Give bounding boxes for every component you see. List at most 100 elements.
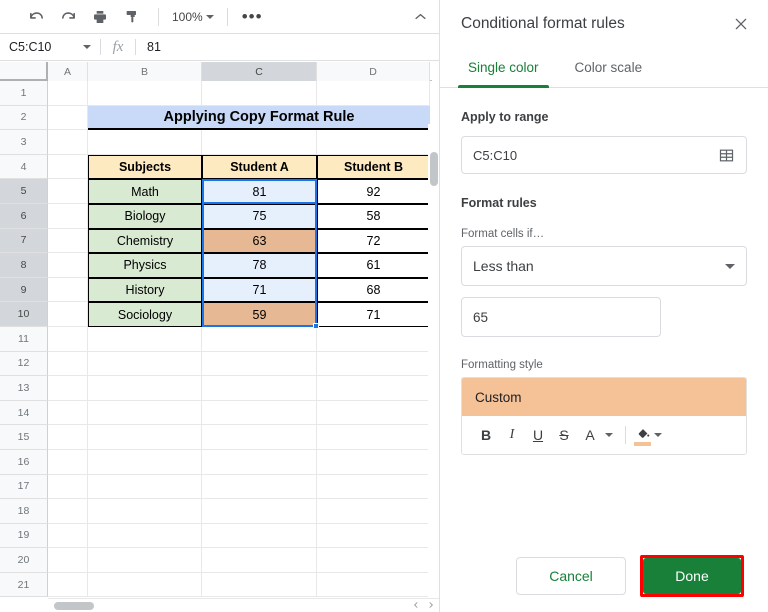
cell-D21[interactable] xyxy=(317,573,430,598)
cell-C19[interactable] xyxy=(202,524,317,549)
table-subject-cell[interactable]: Chemistry xyxy=(88,229,202,254)
redo-icon[interactable] xyxy=(54,4,82,30)
cell-C3[interactable] xyxy=(202,130,317,155)
bold-button[interactable]: B xyxy=(474,422,498,448)
row-header-6[interactable]: 6 xyxy=(0,204,48,229)
cell-B16[interactable] xyxy=(88,450,202,475)
row-header-18[interactable]: 18 xyxy=(0,499,48,524)
cell-A15[interactable] xyxy=(48,425,88,450)
row-header-4[interactable]: 4 xyxy=(0,155,48,180)
print-icon[interactable] xyxy=(86,4,114,30)
table-subject-cell[interactable]: History xyxy=(88,278,202,303)
cell-D3[interactable] xyxy=(317,130,430,155)
done-button[interactable]: Done xyxy=(643,558,741,594)
cell-B12[interactable] xyxy=(88,352,202,377)
row-header-15[interactable]: 15 xyxy=(0,425,48,450)
column-header-b[interactable]: B xyxy=(88,62,202,81)
select-data-range-icon[interactable] xyxy=(718,147,735,164)
table-header-cell[interactable]: Student B xyxy=(317,155,430,180)
row-header-16[interactable]: 16 xyxy=(0,450,48,475)
cell-A18[interactable] xyxy=(48,499,88,524)
table-subject-cell[interactable]: Biology xyxy=(88,204,202,229)
cell-A12[interactable] xyxy=(48,352,88,377)
row-header-21[interactable]: 21 xyxy=(0,573,48,598)
cell-C13[interactable] xyxy=(202,376,317,401)
table-student-b-cell[interactable]: 68 xyxy=(317,278,430,303)
cell-a5[interactable] xyxy=(48,179,88,204)
row-header-7[interactable]: 7 xyxy=(0,229,48,254)
cell-D13[interactable] xyxy=(317,376,430,401)
cell-C16[interactable] xyxy=(202,450,317,475)
text-color-chevron-down-icon[interactable] xyxy=(605,433,613,437)
cell-D11[interactable] xyxy=(317,327,430,352)
cell-A1[interactable] xyxy=(48,81,88,106)
cell-A11[interactable] xyxy=(48,327,88,352)
condition-dropdown[interactable]: Less than xyxy=(461,246,747,286)
text-color-button[interactable]: A xyxy=(578,422,602,448)
cell-D16[interactable] xyxy=(317,450,430,475)
cell-C15[interactable] xyxy=(202,425,317,450)
row-header-8[interactable]: 8 xyxy=(0,253,48,278)
row-header-12[interactable]: 12 xyxy=(0,352,48,377)
cell-a6[interactable] xyxy=(48,204,88,229)
fill-handle[interactable] xyxy=(313,323,319,329)
table-student-a-cell[interactable]: 71 xyxy=(202,278,317,303)
horizontal-scrollbar[interactable] xyxy=(48,598,440,612)
column-header-a[interactable]: A xyxy=(48,62,88,81)
table-student-a-cell[interactable]: 75 xyxy=(202,204,317,229)
cell-B13[interactable] xyxy=(88,376,202,401)
cell-C17[interactable] xyxy=(202,475,317,500)
table-subject-cell[interactable]: Physics xyxy=(88,253,202,278)
row-header-2[interactable]: 2 xyxy=(0,106,48,131)
paint-format-icon[interactable] xyxy=(118,4,146,30)
cell-a9[interactable] xyxy=(48,278,88,303)
table-student-a-cell[interactable]: 59 xyxy=(202,302,317,327)
name-box[interactable]: C5:C10 xyxy=(0,34,100,61)
cell-B18[interactable] xyxy=(88,499,202,524)
vertical-scrollbar-thumb[interactable] xyxy=(430,152,438,186)
cell-a4[interactable] xyxy=(48,155,88,180)
cell-C20[interactable] xyxy=(202,548,317,573)
cell-B20[interactable] xyxy=(88,548,202,573)
cell-A16[interactable] xyxy=(48,450,88,475)
cell-a8[interactable] xyxy=(48,253,88,278)
table-student-a-cell[interactable]: 81 xyxy=(202,179,317,204)
column-header-c[interactable]: C xyxy=(202,62,317,81)
table-student-b-cell[interactable]: 61 xyxy=(317,253,430,278)
cell-D14[interactable] xyxy=(317,401,430,426)
scroll-left-icon[interactable] xyxy=(410,599,422,611)
tab-single-color[interactable]: Single color xyxy=(450,48,557,87)
tab-color-scale[interactable]: Color scale xyxy=(557,48,661,87)
row-header-9[interactable]: 9 xyxy=(0,278,48,303)
cell-B11[interactable] xyxy=(88,327,202,352)
table-header-cell[interactable]: Student A xyxy=(202,155,317,180)
row-header-17[interactable]: 17 xyxy=(0,475,48,500)
cell-B14[interactable] xyxy=(88,401,202,426)
scroll-right-icon[interactable] xyxy=(425,599,437,611)
table-subject-cell[interactable]: Math xyxy=(88,179,202,204)
cell-D1[interactable] xyxy=(317,81,430,106)
cell-B1[interactable] xyxy=(88,81,202,106)
cell-C1[interactable] xyxy=(202,81,317,106)
table-student-a-cell[interactable]: 63 xyxy=(202,229,317,254)
cell-C18[interactable] xyxy=(202,499,317,524)
row-header-11[interactable]: 11 xyxy=(0,327,48,352)
table-student-b-cell[interactable]: 72 xyxy=(317,229,430,254)
cell-A13[interactable] xyxy=(48,376,88,401)
cell-D15[interactable] xyxy=(317,425,430,450)
cell-a7[interactable] xyxy=(48,229,88,254)
cancel-button[interactable]: Cancel xyxy=(516,557,626,595)
cell-B17[interactable] xyxy=(88,475,202,500)
cell-B15[interactable] xyxy=(88,425,202,450)
vertical-scrollbar[interactable] xyxy=(428,124,440,612)
table-student-b-cell[interactable]: 92 xyxy=(317,179,430,204)
cell-A3[interactable] xyxy=(48,130,88,155)
cell-D20[interactable] xyxy=(317,548,430,573)
cell-D19[interactable] xyxy=(317,524,430,549)
cell-B19[interactable] xyxy=(88,524,202,549)
row-header-1[interactable]: 1 xyxy=(0,81,48,106)
table-title-cell[interactable]: Applying Copy Format Rule xyxy=(88,106,430,131)
cell-A14[interactable] xyxy=(48,401,88,426)
cell-D17[interactable] xyxy=(317,475,430,500)
cell-A17[interactable] xyxy=(48,475,88,500)
